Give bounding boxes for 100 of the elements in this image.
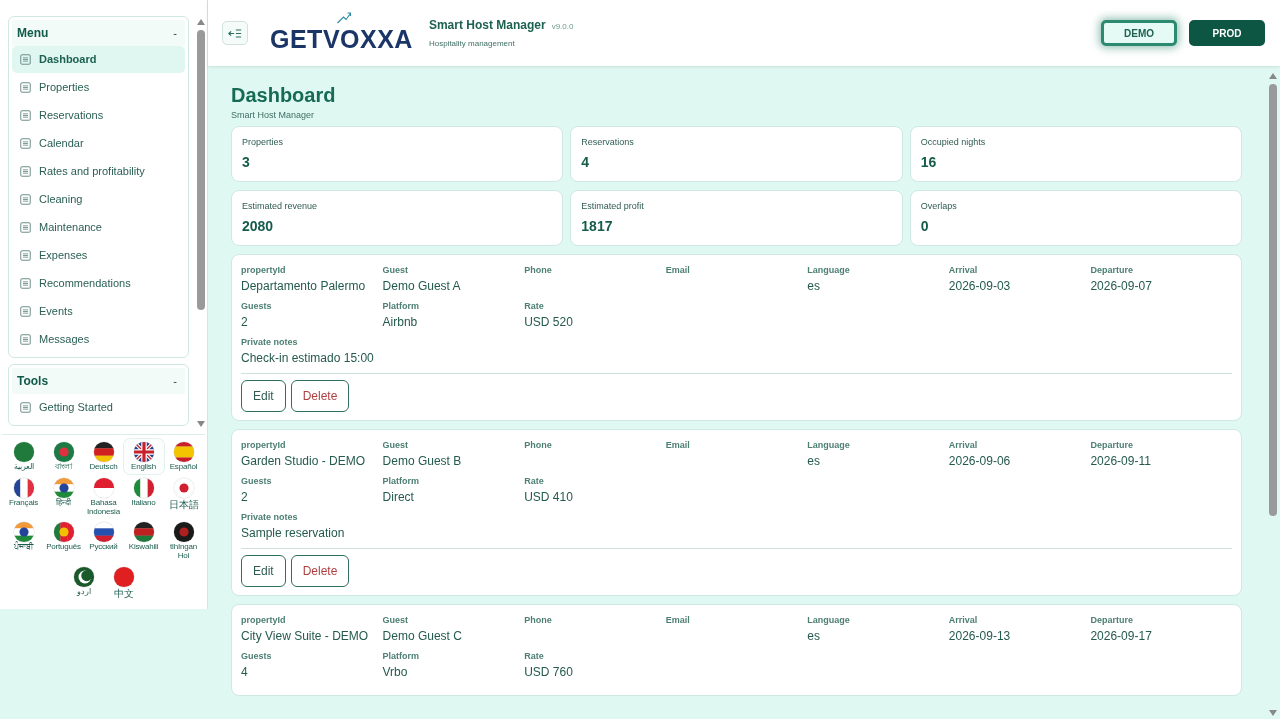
field-label: Departure <box>1090 265 1134 275</box>
stat-label: Occupied nights <box>920 137 987 147</box>
flag-icon <box>52 521 75 544</box>
sidebar-item[interactable]: Recommendations <box>12 270 185 297</box>
collapse-sidebar-button[interactable] <box>222 21 248 45</box>
language-option[interactable]: Deutsch <box>83 439 124 474</box>
flag-icon <box>12 441 35 463</box>
document-icon <box>20 166 31 177</box>
page-subtitle: Smart Host Manager <box>231 110 316 120</box>
document-icon <box>20 138 31 149</box>
stat-label: Estimated revenue <box>242 201 319 211</box>
flag-icon <box>132 441 155 463</box>
sidebar-item[interactable]: Dashboard <box>12 46 185 73</box>
flag-icon <box>132 521 155 544</box>
language-option[interactable]: tlhIngan Hol <box>163 519 204 563</box>
sidebar-item[interactable]: Properties <box>12 74 185 101</box>
sidebar-item[interactable]: Messages <box>12 326 185 353</box>
delete-button[interactable]: Delete <box>290 380 350 412</box>
field-label: Departure <box>1090 615 1134 625</box>
language-option[interactable]: Bahasa Indonesia <box>83 474 124 519</box>
field-label: Rate <box>524 651 545 661</box>
flag-icon <box>172 476 195 499</box>
sidebar-item[interactable]: Calendar <box>12 130 185 157</box>
collapse-toggle[interactable]: - <box>173 375 177 387</box>
field-value: Demo Guest C <box>382 629 463 643</box>
scroll-up-icon[interactable] <box>1269 73 1277 79</box>
mode-button[interactable]: PROD <box>1189 20 1265 46</box>
sidebar-item[interactable]: Maintenance <box>12 214 185 241</box>
field-value: 2 <box>241 315 249 329</box>
field-label: Phone <box>524 615 553 625</box>
language-option[interactable]: Español <box>163 439 204 474</box>
language-option[interactable]: Français <box>3 474 44 519</box>
sidebar-item[interactable]: Reservations <box>12 102 185 129</box>
field-label: Arrival <box>948 265 979 275</box>
language-option[interactable]: ਪੰਜਾਬੀ <box>3 519 44 563</box>
logo: GETVOXXA <box>270 25 413 53</box>
field-value: 2026-09-17 <box>1090 629 1153 643</box>
language-option[interactable]: বাংলা <box>43 439 84 474</box>
mode-button[interactable]: DEMO <box>1101 20 1177 46</box>
sidebar-item[interactable]: Events <box>12 298 185 325</box>
language-option[interactable]: Kiswahili <box>123 519 164 563</box>
sidebar-item[interactable]: Cleaning <box>12 186 185 213</box>
field-value: 2026-09-07 <box>1090 279 1153 293</box>
scroll-down-icon[interactable] <box>1269 710 1277 716</box>
document-icon <box>20 250 31 261</box>
flag-icon <box>112 566 135 588</box>
field-label: Guest <box>382 615 410 625</box>
language-option[interactable]: العربية <box>3 439 44 474</box>
field-value: 2026-09-13 <box>948 629 1012 643</box>
field-value: 4 <box>241 665 249 679</box>
field-label: Email <box>665 265 691 275</box>
field-label: Rate <box>524 476 545 486</box>
sidebar-item[interactable]: Getting Started <box>12 394 185 421</box>
language-option[interactable]: हिन्दी <box>43 474 84 519</box>
field-label: Arrival <box>948 615 979 625</box>
field-value: Garden Studio - DEMO <box>241 454 367 468</box>
field-label: propertyId <box>241 440 287 450</box>
field-value: Sample reservation <box>241 526 346 540</box>
language-option[interactable]: 日本語 <box>163 474 204 519</box>
flag-icon <box>132 476 155 499</box>
field-value: USD 760 <box>524 665 574 679</box>
collapse-toggle[interactable]: - <box>173 27 177 39</box>
app-subtitle: Hospitality management <box>428 39 516 48</box>
field-label: propertyId <box>241 265 287 275</box>
collapse-icon <box>228 27 242 39</box>
stat-label: Properties <box>242 137 285 147</box>
flag-icon <box>92 441 115 463</box>
language-option[interactable]: Português <box>43 519 84 563</box>
field-label: Guest <box>382 265 410 275</box>
flag-icon <box>72 566 95 588</box>
field-label: propertyId <box>241 615 287 625</box>
stat-value: 4 <box>581 154 591 170</box>
field-label: Platform <box>382 651 421 661</box>
field-label: Language <box>807 265 851 275</box>
flag-icon <box>92 521 115 544</box>
scroll-up-icon[interactable] <box>197 19 205 25</box>
language-option[interactable]: 中文 <box>103 564 144 601</box>
field-value: City View Suite - DEMO <box>241 629 370 643</box>
field-value: Airbnb <box>382 315 419 329</box>
field-value: es <box>807 454 821 468</box>
document-icon <box>20 222 31 233</box>
stat-value: 1817 <box>581 218 614 234</box>
language-option[interactable]: Italiano <box>123 474 164 519</box>
document-icon <box>20 82 31 93</box>
edit-button[interactable]: Edit <box>241 555 286 587</box>
edit-button[interactable]: Edit <box>241 380 286 412</box>
field-value: Direct <box>382 490 415 504</box>
language-option[interactable]: English <box>123 439 164 474</box>
language-option[interactable]: اردو <box>63 564 104 601</box>
field-value: 2026-09-11 <box>1090 454 1152 468</box>
scroll-down-icon[interactable] <box>197 421 205 427</box>
sidebar-item[interactable]: Rates and profitability <box>12 158 185 185</box>
stat-label: Overlaps <box>920 201 958 211</box>
language-option[interactable]: Русский <box>83 519 124 563</box>
delete-button[interactable]: Delete <box>290 555 350 587</box>
document-icon <box>20 402 31 413</box>
page-title: Dashboard <box>231 84 337 107</box>
field-label: Departure <box>1090 440 1134 450</box>
version-label: v9.0.0 <box>551 22 574 31</box>
sidebar-item[interactable]: Expenses <box>12 242 185 269</box>
